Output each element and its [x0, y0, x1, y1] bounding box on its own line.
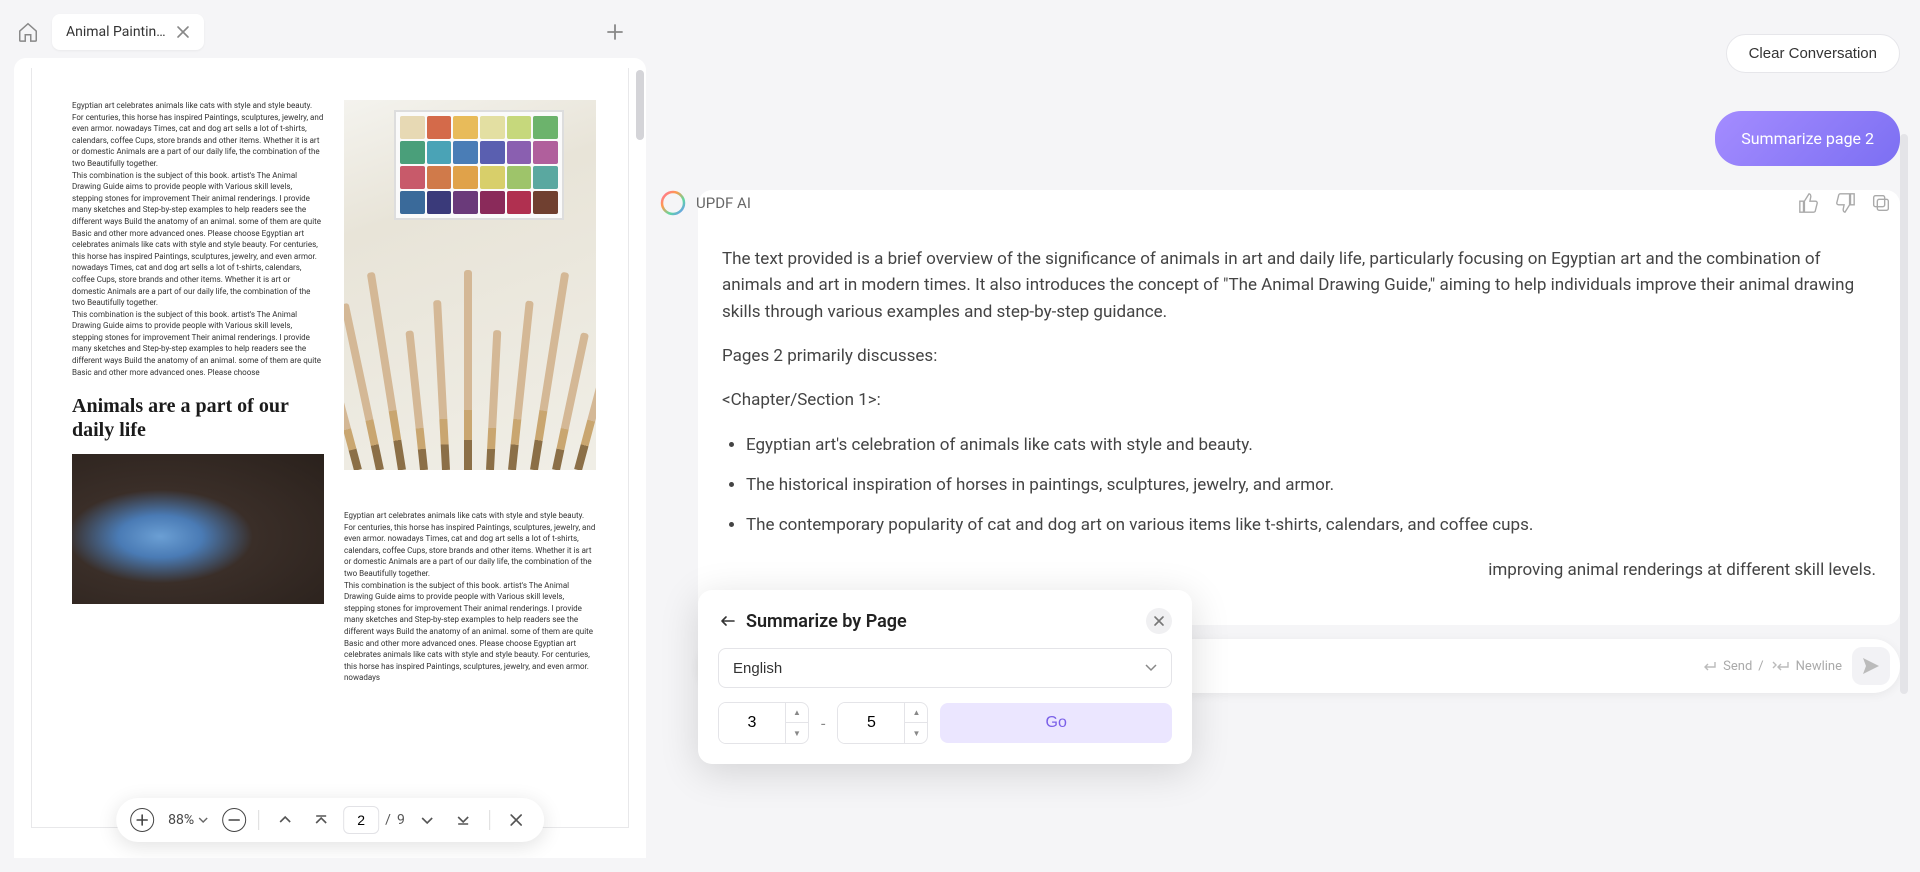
document-image-butterfly	[72, 454, 324, 604]
chat-header: Clear Conversation	[660, 14, 1906, 81]
viewer-toolbar: 88% / 9	[116, 798, 544, 842]
close-icon[interactable]	[176, 25, 190, 39]
tab-active[interactable]: Animal Paintin…	[52, 14, 204, 50]
page-down-button[interactable]	[413, 806, 441, 834]
ai-trailing-line: improving animal renderings at different…	[722, 557, 1876, 583]
close-icon	[1153, 615, 1165, 627]
scrollbar-thumb[interactable]	[1900, 134, 1908, 694]
tab-bar: Animal Paintin…	[14, 14, 646, 50]
page-total: 9	[397, 812, 405, 828]
return-icon	[718, 611, 738, 631]
document-body-text-right: Egyptian art celebrates animals like cat…	[344, 510, 596, 684]
ai-bullet-item: The historical inspiration of horses in …	[746, 472, 1876, 498]
chevron-down-bar-icon	[455, 812, 471, 828]
chat-scrollbar[interactable]	[1900, 14, 1908, 858]
new-tab-button[interactable]	[598, 15, 632, 49]
document-image-palette	[344, 100, 596, 470]
page-to-stepper[interactable]: ▲ ▼	[837, 702, 928, 744]
page-number-input[interactable]	[343, 806, 379, 834]
close-toolbar-button[interactable]	[502, 806, 530, 834]
chevron-down-icon	[419, 812, 435, 828]
scrollbar-thumb[interactable]	[636, 70, 644, 140]
send-icon	[1861, 656, 1881, 676]
language-select[interactable]: English	[718, 648, 1172, 688]
page-from-stepper[interactable]: ▲ ▼	[718, 702, 809, 744]
page-from-input[interactable]	[719, 703, 785, 743]
separator	[258, 810, 259, 830]
user-message: Summarize page 2	[1715, 111, 1900, 166]
chat-hints: Send / Newline	[1701, 659, 1842, 674]
zoom-out-button[interactable]	[222, 808, 246, 832]
plus-icon	[136, 814, 148, 826]
popup-close-button[interactable]	[1146, 608, 1172, 634]
page-to-input[interactable]	[838, 703, 904, 743]
ai-name: UPDF AI	[696, 194, 751, 212]
tab-label: Animal Paintin…	[66, 24, 166, 40]
page-sep: /	[385, 812, 391, 828]
document-viewer[interactable]: Egyptian art celebrates animals like cat…	[14, 58, 646, 858]
shift-enter-icon	[1770, 660, 1790, 672]
home-button[interactable]	[14, 18, 42, 46]
page-up-button[interactable]	[271, 806, 299, 834]
popup-title: Summarize by Page	[746, 611, 907, 632]
zoom-in-button[interactable]	[130, 808, 154, 832]
ai-bullet-list: Egyptian art's celebration of animals li…	[746, 432, 1876, 539]
go-button[interactable]: Go	[940, 703, 1172, 743]
last-page-button[interactable]	[449, 806, 477, 834]
plus-icon	[605, 22, 625, 42]
separator	[489, 810, 490, 830]
ai-response: UPDF AI The text provided is a brief ove…	[698, 190, 1900, 625]
chevron-up-icon	[277, 812, 293, 828]
step-up-button[interactable]: ▲	[786, 703, 808, 723]
send-hint: Send	[1723, 659, 1752, 674]
ai-chapter-lead: <Chapter/Section 1>:	[722, 387, 1876, 413]
ai-bullet-item: Egyptian art's celebration of animals li…	[746, 432, 1876, 458]
page-indicator: / 9	[343, 806, 405, 834]
hint-sep: /	[1758, 659, 1763, 674]
thumbs-up-icon[interactable]	[1798, 192, 1820, 214]
minus-icon	[228, 814, 240, 826]
document-page: Egyptian art celebrates animals like cat…	[31, 68, 629, 828]
clear-conversation-button[interactable]: Clear Conversation	[1726, 34, 1900, 73]
document-body-text: Egyptian art celebrates animals like cat…	[72, 100, 324, 378]
newline-hint: Newline	[1796, 659, 1842, 674]
updf-logo-icon	[660, 190, 686, 216]
close-icon	[508, 812, 524, 828]
step-up-button[interactable]: ▲	[905, 703, 927, 723]
chevron-down-icon	[198, 817, 208, 823]
enter-icon	[1701, 660, 1717, 672]
ai-bullet-item: The contemporary popularity of cat and d…	[746, 512, 1876, 538]
document-scrollbar[interactable]	[636, 58, 646, 858]
ai-section-lead: Pages 2 primarily discusses:	[722, 343, 1876, 369]
document-heading: Animals are a part of our daily life	[72, 394, 324, 442]
zoom-level: 88%	[168, 812, 194, 828]
chevron-up-bar-icon	[313, 812, 329, 828]
step-down-button[interactable]: ▼	[786, 723, 808, 743]
step-down-button[interactable]: ▼	[905, 723, 927, 743]
thumbs-down-icon[interactable]	[1834, 192, 1856, 214]
ai-intro-paragraph: The text provided is a brief overview of…	[722, 246, 1876, 325]
summarize-by-page-popup: Summarize by Page English ▲ ▼ - ▲ ▼	[698, 590, 1192, 764]
home-icon	[17, 21, 39, 43]
first-page-button[interactable]	[307, 806, 335, 834]
copy-icon[interactable]	[1870, 192, 1892, 214]
send-button[interactable]	[1852, 647, 1890, 685]
zoom-level-dropdown[interactable]: 88%	[162, 808, 214, 832]
range-dash: -	[821, 714, 825, 733]
